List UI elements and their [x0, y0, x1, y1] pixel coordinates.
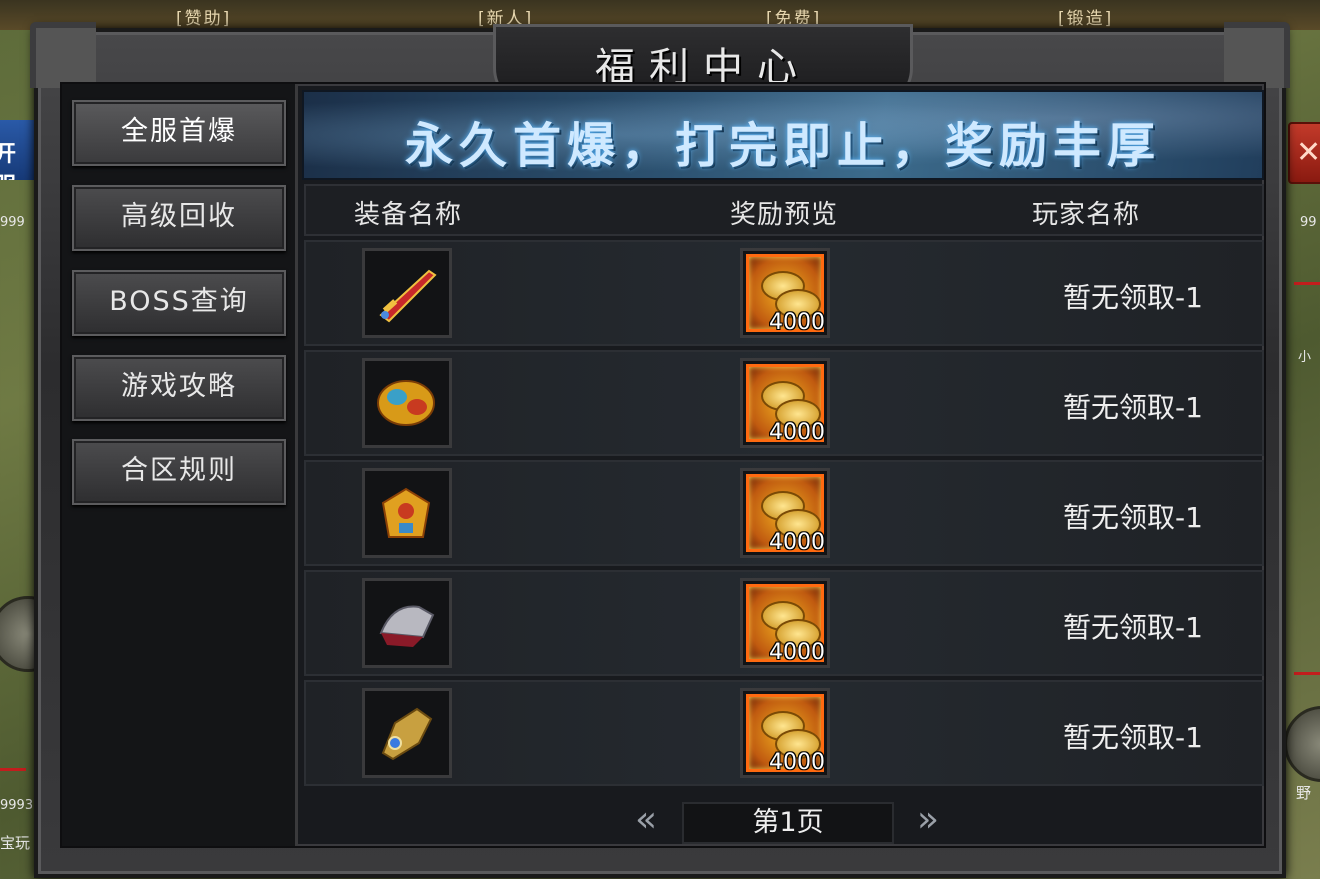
- bg-text: 野: [1296, 784, 1312, 802]
- header-item-name: 装备名称: [354, 200, 463, 230]
- helmet-icon: [379, 605, 435, 647]
- header-player-name: 玩家名称: [1032, 200, 1141, 230]
- table-header: 装备名称 奖励预览 玩家名称: [304, 184, 1264, 236]
- corner-ornament: [1224, 22, 1290, 88]
- table-row: 4000 暂无领取-1: [304, 680, 1264, 786]
- sidebar: 全服首爆 高级回收 BOSS查询 游戏攻略 合区规则: [62, 84, 298, 846]
- page-indicator: 第1页: [682, 802, 894, 844]
- item-slot[interactable]: [362, 248, 452, 338]
- player-name: 暂无领取-1: [1063, 721, 1203, 754]
- close-button[interactable]: ✕: [1288, 122, 1320, 184]
- reward-slot[interactable]: 4000: [740, 578, 830, 668]
- prev-page-button[interactable]: «: [626, 800, 666, 844]
- sidebar-item-game-guide[interactable]: 游戏攻略: [72, 355, 286, 421]
- player-name: 暂无领取-1: [1063, 391, 1203, 424]
- sponsor-button[interactable]: [赞助]: [176, 4, 231, 29]
- item-slot[interactable]: [362, 688, 452, 778]
- reward-slot[interactable]: 4000: [740, 688, 830, 778]
- bg-text: 宝玩: [0, 834, 31, 852]
- robe-icon: [381, 487, 431, 538]
- player-name: 暂无领取-1: [1063, 501, 1203, 534]
- table-row: 4000 暂无领取-1: [304, 460, 1264, 566]
- reward-slot[interactable]: 4000: [740, 358, 830, 448]
- table-row: 4000 暂无领取-1: [304, 240, 1264, 346]
- player-name: 暂无领取-1: [1063, 611, 1203, 644]
- sidebar-item-server-first-drop[interactable]: 全服首爆: [72, 100, 286, 166]
- welfare-center-window: 福利中心 全服首爆 高级回收 BOSS查询 游戏攻略 合区规则 永久首爆，打完即…: [30, 22, 1290, 878]
- sword-icon: [379, 269, 437, 323]
- header-reward-preview: 奖励预览: [730, 200, 839, 230]
- table-row: 4000 暂无领取-1: [304, 350, 1264, 456]
- window-content: 全服首爆 高级回收 BOSS查询 游戏攻略 合区规则 永久首爆，打完即止，奖励丰…: [60, 82, 1266, 848]
- reward-count: 4000: [769, 420, 825, 445]
- skill-round-button[interactable]: [1284, 706, 1320, 782]
- item-slot[interactable]: [362, 468, 452, 558]
- forge-button[interactable]: [锻造]: [1058, 4, 1113, 29]
- next-page-button[interactable]: »: [908, 800, 948, 844]
- bg-number: 999: [0, 215, 25, 230]
- sidebar-item-merge-rules[interactable]: 合区规则: [72, 439, 286, 505]
- double-chevron-right-icon: »: [916, 799, 940, 840]
- gauntlet-icon: [381, 707, 433, 761]
- reward-slot[interactable]: 4000: [740, 468, 830, 558]
- corner-ornament: [30, 22, 96, 88]
- hp-bar: [1294, 672, 1320, 675]
- double-chevron-left-icon: «: [634, 799, 658, 840]
- hp-bar: [0, 768, 26, 771]
- pager: « 第1页 »: [304, 796, 1264, 846]
- reward-count: 4000: [769, 310, 825, 335]
- sidebar-item-boss-query[interactable]: BOSS查询: [72, 270, 286, 336]
- item-slot[interactable]: [362, 358, 452, 448]
- hp-bar: [1294, 282, 1320, 285]
- table-row: 4000 暂无领取-1: [304, 570, 1264, 676]
- reward-count: 4000: [769, 640, 825, 665]
- reward-count: 4000: [769, 750, 825, 775]
- close-icon: ✕: [1296, 135, 1320, 170]
- bg-number: 99: [1300, 215, 1317, 230]
- armor-icon: [377, 380, 435, 426]
- reward-count: 4000: [769, 530, 825, 555]
- banner-text: 永久首爆，打完即止，奖励丰厚: [404, 118, 1161, 174]
- reward-slot[interactable]: 4000: [740, 248, 830, 338]
- bg-number: 9993: [0, 798, 34, 813]
- server-open-tag[interactable]: 开服: [0, 120, 36, 180]
- player-name: 暂无领取-1: [1063, 281, 1203, 314]
- item-slot[interactable]: [362, 578, 452, 668]
- bg-text: 小: [1298, 350, 1312, 365]
- sidebar-item-advanced-recycle[interactable]: 高级回收: [72, 185, 286, 251]
- promo-banner: 永久首爆，打完即止，奖励丰厚: [302, 90, 1264, 180]
